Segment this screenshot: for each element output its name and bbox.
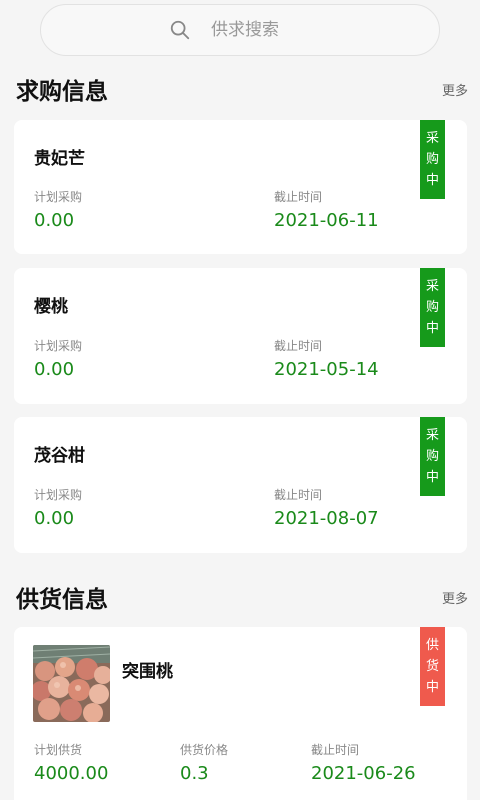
supply-more-link[interactable]: 更多 (442, 588, 468, 607)
plan-purchase-value: 0.00 (34, 359, 75, 380)
supply-price-label: 供货价格 (180, 743, 229, 757)
deadline-label: 截止时间 (274, 339, 323, 353)
plan-purchase-value: 0.00 (34, 210, 75, 231)
search-input[interactable] (211, 20, 311, 40)
purchase-item-name: 贵妃芒 (34, 149, 85, 169)
supply-price-value: 0.3 (180, 763, 209, 784)
purchase-section-title: 求购信息 (16, 79, 108, 105)
peaches-photo (33, 645, 110, 722)
supply-card[interactable]: 突围桃 计划供货 4000.00 供货价格 0.3 截止时间 2021-06-2… (14, 627, 467, 800)
plan-supply-value: 4000.00 (34, 763, 109, 784)
search-icon (170, 20, 190, 40)
deadline-value: 2021-06-11 (274, 210, 379, 231)
status-badge-buying: 采 购 中 (420, 120, 445, 199)
supply-section-header: 供货信息 更多 (16, 580, 468, 614)
supply-item-name: 突围桃 (122, 662, 173, 682)
plan-purchase-label: 计划采购 (34, 190, 83, 204)
plan-supply-label: 计划供货 (34, 743, 83, 757)
status-badge-buying: 采 购 中 (420, 268, 445, 347)
status-badge-buying: 采 购 中 (420, 417, 445, 496)
purchase-item-name: 茂谷柑 (34, 446, 85, 466)
purchase-more-link[interactable]: 更多 (442, 80, 468, 99)
supply-section-title: 供货信息 (16, 587, 108, 613)
plan-purchase-value: 0.00 (34, 508, 75, 529)
deadline-label: 截止时间 (311, 743, 360, 757)
purchase-item-name: 樱桃 (34, 297, 68, 317)
deadline-label: 截止时间 (274, 190, 323, 204)
deadline-label: 截止时间 (274, 488, 323, 502)
status-badge-supplying: 供 货 中 (420, 627, 445, 706)
purchase-card[interactable]: 茂谷柑 计划采购 0.00 截止时间 2021-08-07 采 购 中 (14, 417, 467, 553)
plan-purchase-label: 计划采购 (34, 339, 83, 353)
product-image (33, 645, 110, 722)
deadline-value: 2021-06-26 (311, 763, 416, 784)
deadline-value: 2021-05-14 (274, 359, 379, 380)
plan-purchase-label: 计划采购 (34, 488, 83, 502)
search-bar[interactable] (40, 4, 440, 56)
purchase-card[interactable]: 贵妃芒 计划采购 0.00 截止时间 2021-06-11 采 购 中 (14, 120, 467, 254)
purchase-card[interactable]: 樱桃 计划采购 0.00 截止时间 2021-05-14 采 购 中 (14, 268, 467, 404)
deadline-value: 2021-08-07 (274, 508, 379, 529)
page: 求购信息 更多 贵妃芒 计划采购 0.00 截止时间 2021-06-11 采 … (0, 0, 480, 800)
purchase-section-header: 求购信息 更多 (16, 72, 468, 106)
